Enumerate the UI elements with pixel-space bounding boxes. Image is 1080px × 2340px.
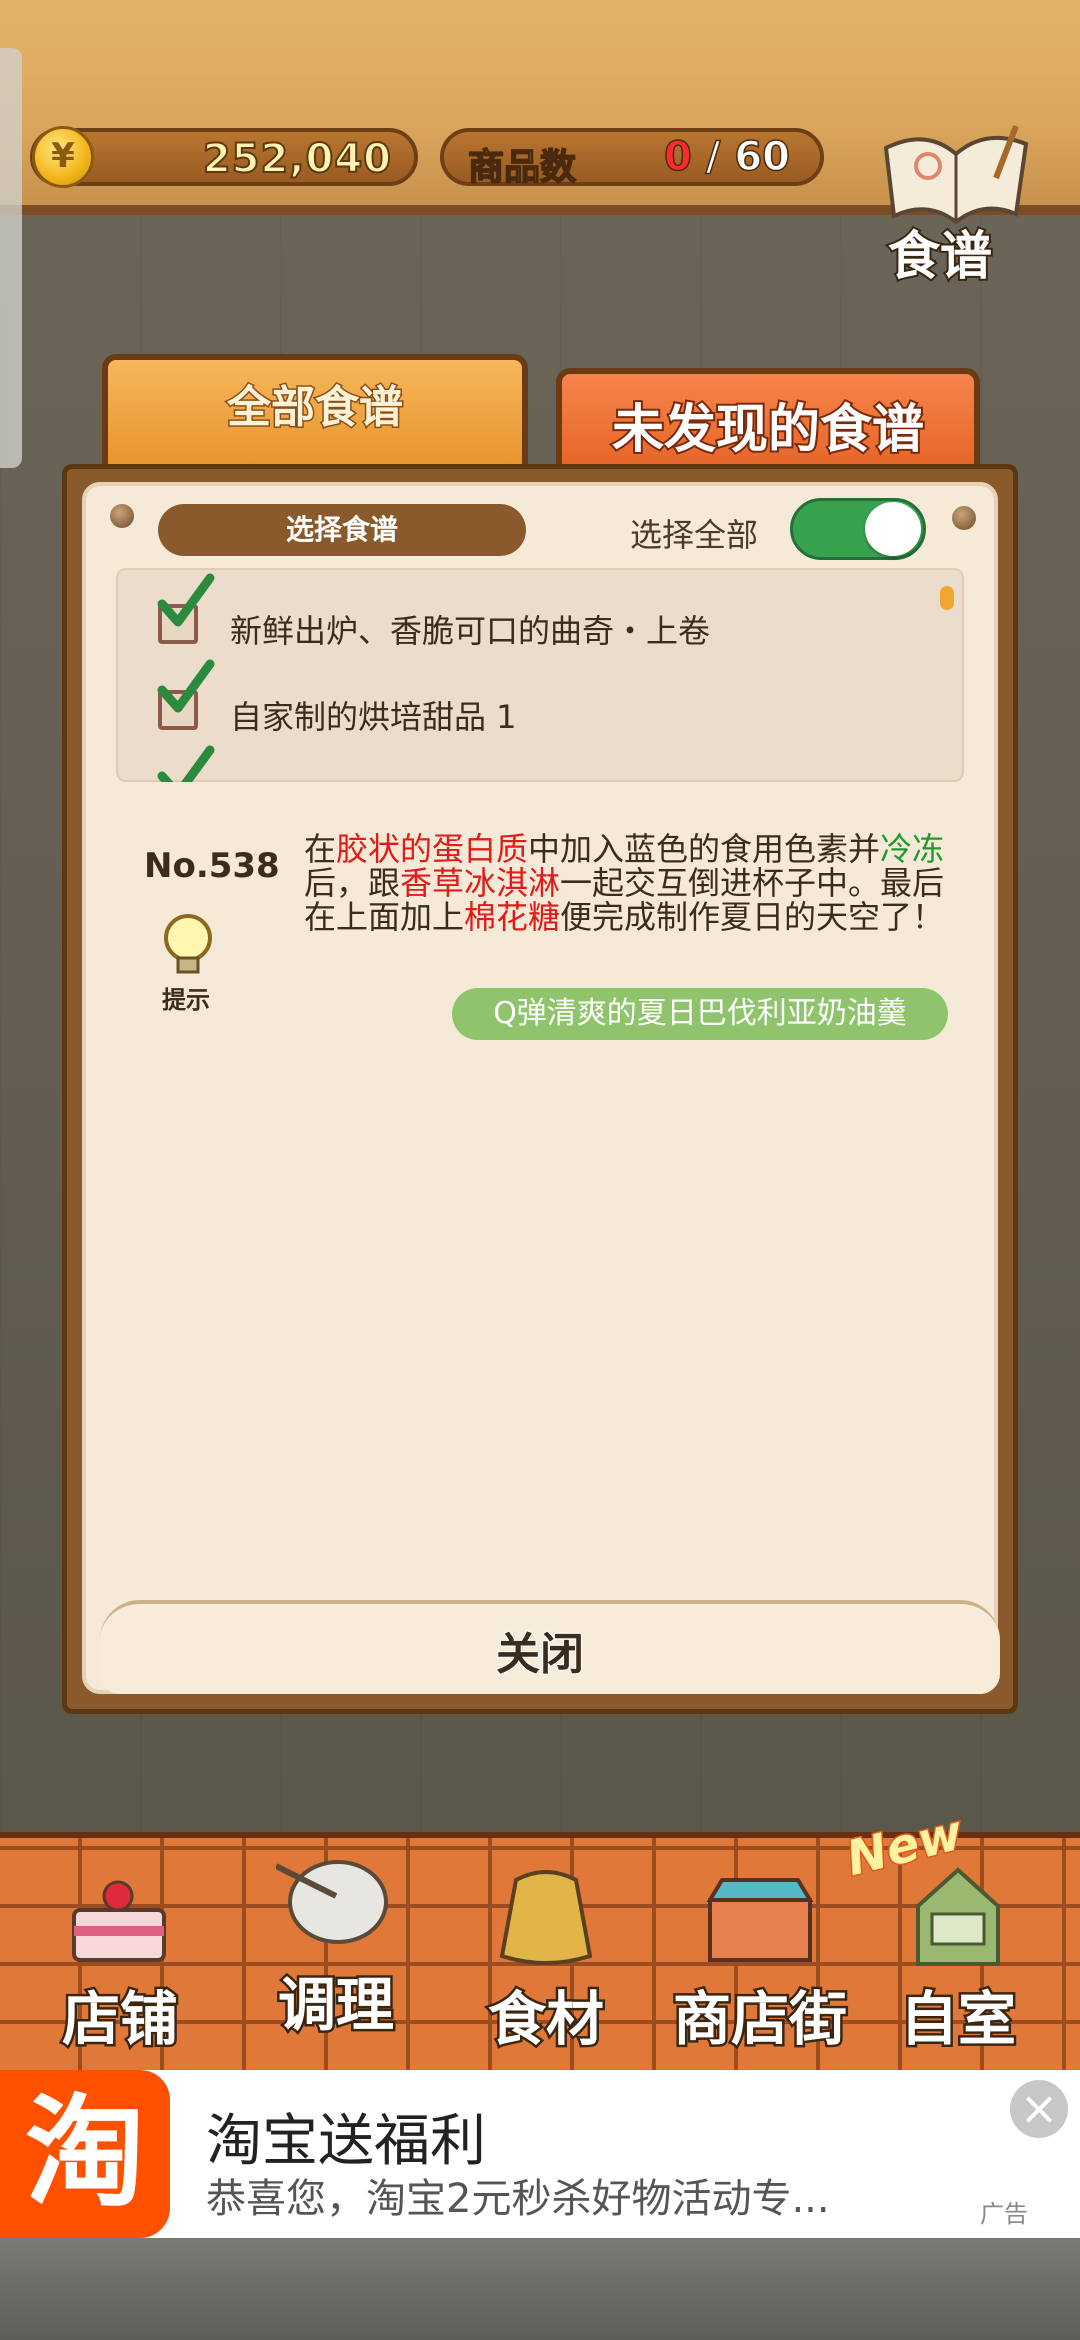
recipe-number: No.538 bbox=[144, 846, 280, 886]
checkmark-icon bbox=[157, 573, 215, 627]
desc-text: 后，跟 bbox=[304, 864, 401, 902]
pin-icon bbox=[110, 504, 134, 528]
side-drawer-handle[interactable] bbox=[0, 48, 22, 468]
shop-icon bbox=[706, 1878, 814, 1962]
checkmark-icon bbox=[157, 659, 215, 713]
nav-item-cook[interactable]: 调理 bbox=[246, 1846, 426, 2046]
select-recipe-header: 选择食谱 bbox=[158, 504, 526, 556]
recipe-label: 新鲜出炉、香脆可口的曲奇・上卷 bbox=[230, 612, 711, 650]
select-all-label: 选择全部 bbox=[630, 516, 759, 554]
list-item-partial[interactable] bbox=[116, 740, 964, 782]
taobao-logo: 淘 bbox=[0, 2070, 170, 2238]
goods-max: / 60 bbox=[705, 133, 791, 181]
tab-all-recipes[interactable]: 全部食谱 bbox=[102, 354, 528, 474]
pin-icon bbox=[952, 506, 976, 530]
recipe-filter-list[interactable]: 新鲜出炉、香脆可口的曲奇・上卷 自家制的烘培甜品 1 bbox=[116, 568, 964, 782]
nav-item-shop[interactable]: 店铺 bbox=[30, 1860, 210, 2060]
goods-count: 0 / 60 bbox=[663, 133, 791, 181]
goods-label: 商品数 bbox=[467, 146, 577, 189]
recipe-label: 自家制的烘培甜品 1 bbox=[230, 698, 517, 736]
desc-highlight: 冷冻 bbox=[880, 830, 945, 868]
yen-coin-icon: ¥ bbox=[32, 126, 94, 188]
checkmark-icon bbox=[157, 745, 215, 782]
result-recipe-name: Q弹清爽的夏日巴伐利亚奶油羹 bbox=[452, 988, 948, 1040]
desc-text: 便完成制作夏日的天空了！ bbox=[560, 898, 945, 936]
ad-tag: 广告 bbox=[980, 2200, 1028, 2228]
desc-text: 在 bbox=[304, 830, 337, 868]
ad-subtitle: 恭喜您，淘宝2元秒杀好物活动专... bbox=[206, 2176, 830, 2222]
bowl-icon bbox=[276, 1860, 388, 1944]
nav-label: 食材 bbox=[485, 1983, 606, 2056]
lightbulb-icon bbox=[164, 914, 212, 974]
sack-icon bbox=[499, 1870, 593, 1965]
hint-button[interactable]: 提示 bbox=[152, 910, 232, 1014]
toggle-knob bbox=[865, 502, 921, 556]
coin-value: 252,040 bbox=[202, 135, 392, 183]
recipe-book-label: 食谱 bbox=[886, 225, 994, 289]
cake-icon bbox=[72, 1880, 166, 1962]
list-item[interactable]: 新鲜出炉、香脆可口的曲奇・上卷 bbox=[116, 568, 964, 650]
desc-text: 中加入蓝色的食用色素并 bbox=[528, 830, 881, 868]
hint-label: 提示 bbox=[162, 986, 210, 1014]
desc-highlight: 香草冰淇淋 bbox=[400, 864, 561, 902]
close-button[interactable]: 关闭 bbox=[480, 1618, 600, 1681]
select-all-toggle[interactable] bbox=[790, 498, 926, 560]
desc-highlight: 胶状的蛋白质 bbox=[336, 830, 529, 868]
close-icon[interactable]: × bbox=[1010, 2080, 1068, 2138]
ad-banner[interactable]: 淘 淘宝送福利 恭喜您，淘宝2元秒杀好物活动专... × 广告 bbox=[0, 2070, 1080, 2238]
recipe-book-button[interactable]: 食谱 bbox=[866, 118, 1046, 289]
staff-door-icon bbox=[916, 1867, 1000, 1966]
nav-label: 调理 bbox=[275, 1969, 396, 2042]
nav-label: 自室 bbox=[897, 1983, 1018, 2056]
recipe-description: 在胶状的蛋白质中加入蓝色的食用色素并冷冻后，跟香草冰淇淋一起交互倒进杯子中。最后… bbox=[304, 832, 952, 934]
bottom-background bbox=[0, 2238, 1080, 2340]
goods-current: 0 bbox=[663, 133, 692, 181]
nav-item-street[interactable]: 商店街 bbox=[660, 1860, 860, 2060]
list-item[interactable]: 自家制的烘培甜品 1 bbox=[116, 654, 964, 736]
nav-label: 店铺 bbox=[59, 1983, 180, 2056]
desc-highlight: 棉花糖 bbox=[464, 898, 561, 936]
goods-counter: 商品数 0 / 60 bbox=[440, 128, 824, 189]
nav-item-ingredients[interactable]: 食材 bbox=[456, 1860, 636, 2060]
coin-counter: ¥ 252,040 bbox=[30, 126, 418, 188]
list-scrollbar[interactable] bbox=[940, 586, 954, 610]
nav-label: 商店街 bbox=[670, 1983, 849, 2056]
ad-title: 淘宝送福利 bbox=[206, 2109, 486, 2174]
nav-item-room[interactable]: 自室 bbox=[868, 1860, 1048, 2060]
